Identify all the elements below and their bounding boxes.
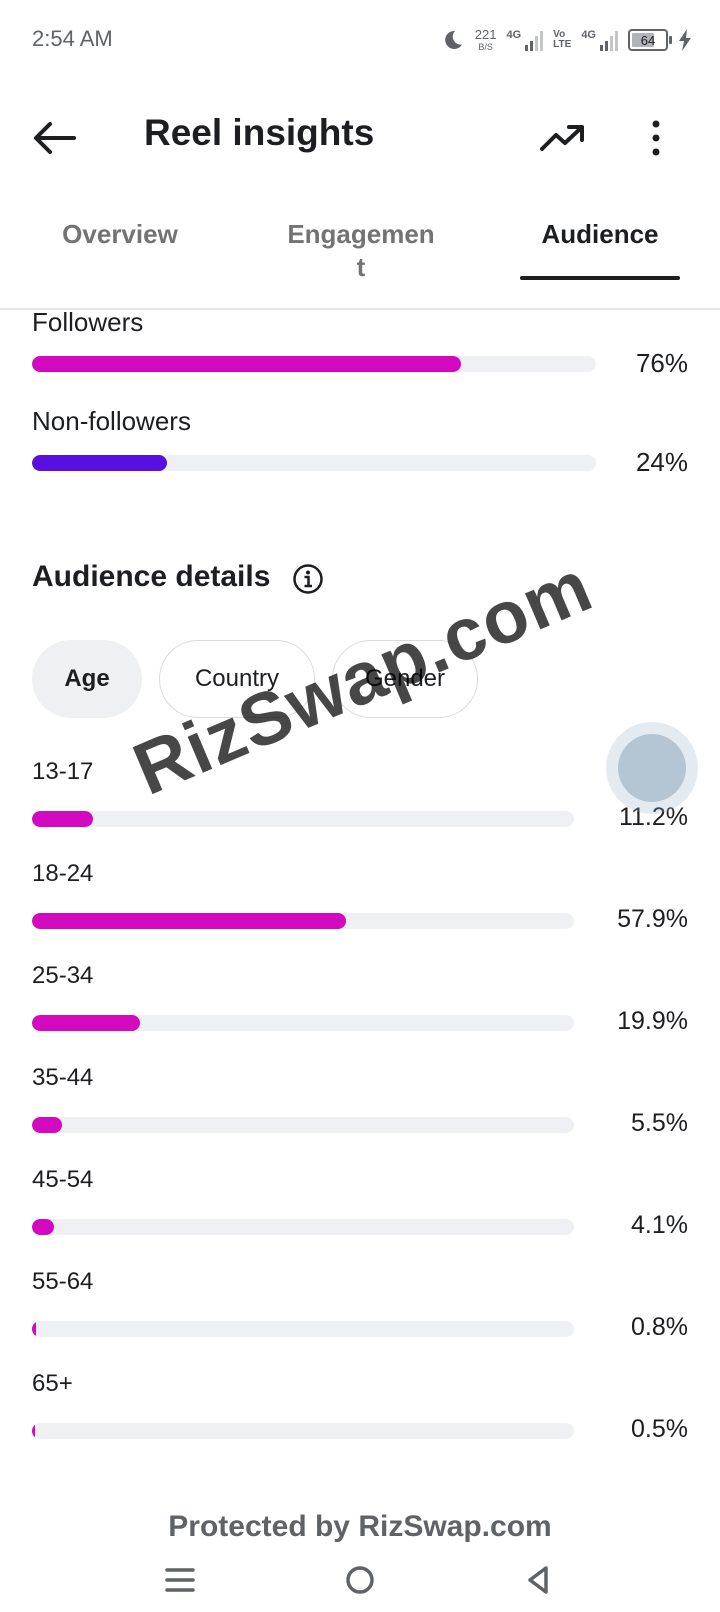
footer-watermark: Protected by RizSwap.com bbox=[168, 1510, 552, 1543]
touch-indicator bbox=[606, 722, 698, 814]
back-nav-button[interactable] bbox=[514, 1556, 562, 1604]
volte-indicator: Vo LTE bbox=[553, 30, 571, 50]
age-group-track bbox=[32, 1423, 574, 1439]
split-label: Followers bbox=[32, 307, 144, 337]
sim1-label: 4G bbox=[506, 29, 522, 41]
recents-button[interactable] bbox=[156, 1556, 204, 1604]
more-options-button[interactable] bbox=[634, 112, 678, 164]
signal-icon: 4G bbox=[506, 29, 544, 51]
volte-bottom: LTE bbox=[553, 39, 572, 50]
age-group-fill bbox=[32, 1015, 140, 1031]
age-group-fill bbox=[32, 1423, 35, 1439]
age-group-label: 65+ bbox=[32, 1370, 73, 1397]
age-group-fill bbox=[32, 811, 93, 827]
split-fill bbox=[32, 455, 168, 471]
status-bar: 2:54 AM 221 B/S 4G Vo LTE 4G 64 bbox=[0, 0, 720, 84]
trends-button[interactable] bbox=[534, 112, 590, 164]
age-group-label: 55-64 bbox=[32, 1268, 94, 1295]
home-button[interactable] bbox=[336, 1556, 384, 1604]
split-value: 24% bbox=[635, 447, 688, 477]
age-group-label: 25-34 bbox=[32, 962, 94, 989]
network-speed: 221 B/S bbox=[475, 28, 497, 52]
audience-details-title: Audience details bbox=[32, 560, 271, 593]
moon-icon bbox=[444, 30, 462, 49]
age-group-label: 13-17 bbox=[32, 758, 94, 785]
page-title: Reel insights bbox=[144, 112, 375, 153]
network-speed-unit: B/S bbox=[478, 42, 493, 52]
age-group-value: 19.9% bbox=[617, 1007, 688, 1035]
system-nav-bar bbox=[0, 1548, 720, 1612]
status-time: 2:54 AM bbox=[32, 26, 113, 51]
split-track bbox=[32, 356, 596, 372]
age-group-value: 0.5% bbox=[631, 1415, 688, 1443]
app-header: Reel insights bbox=[0, 100, 720, 176]
sim2-label: 4G bbox=[581, 29, 596, 41]
age-group-track bbox=[32, 1219, 574, 1235]
split-value: 76% bbox=[635, 348, 688, 378]
tab-audience[interactable]: Audience bbox=[520, 218, 680, 251]
charging-bolt-icon bbox=[679, 29, 691, 51]
age-group-value: 0.8% bbox=[631, 1313, 688, 1341]
age-group-fill bbox=[32, 1321, 37, 1337]
age-group-label: 18-24 bbox=[32, 860, 94, 887]
tab-overview[interactable]: Overview bbox=[40, 218, 200, 251]
split-fill bbox=[32, 356, 461, 372]
age-group-track bbox=[32, 913, 574, 929]
split-label: Non-followers bbox=[32, 406, 191, 436]
age-group-value: 4.1% bbox=[631, 1211, 688, 1239]
split-track bbox=[32, 455, 596, 471]
trending-up-icon bbox=[540, 125, 584, 151]
age-group-fill bbox=[32, 1219, 55, 1235]
tab-engagement[interactable]: Engagemen t bbox=[276, 218, 446, 284]
back-button[interactable] bbox=[28, 114, 80, 162]
tab-bar: Overview Engagemen t Audience bbox=[0, 210, 720, 310]
menu-icon bbox=[165, 1568, 195, 1592]
age-group-fill bbox=[32, 913, 346, 929]
age-group-track bbox=[32, 1015, 574, 1031]
age-group-track bbox=[32, 811, 574, 827]
age-group-value: 5.5% bbox=[631, 1109, 688, 1137]
age-group-value: 57.9% bbox=[617, 905, 688, 933]
info-icon[interactable] bbox=[292, 563, 324, 595]
active-tab-indicator bbox=[520, 276, 680, 280]
home-circle-icon bbox=[346, 1566, 374, 1594]
age-group-label: 45-54 bbox=[32, 1166, 94, 1193]
age-group-label: 35-44 bbox=[32, 1064, 94, 1091]
chip-age[interactable]: Age bbox=[32, 640, 142, 718]
age-group-track bbox=[32, 1117, 574, 1133]
battery-level: 64 bbox=[640, 32, 656, 48]
signal-icon-2: 4G bbox=[581, 29, 618, 51]
back-triangle-icon bbox=[528, 1566, 548, 1594]
age-group-fill bbox=[32, 1117, 62, 1133]
status-icons: 221 B/S 4G Vo LTE 4G 64 bbox=[441, 22, 692, 58]
network-speed-value: 221 bbox=[474, 27, 497, 42]
more-vertical-icon bbox=[652, 120, 660, 156]
age-group-track bbox=[32, 1321, 574, 1337]
battery-icon: 64 bbox=[628, 29, 672, 51]
back-arrow-icon bbox=[34, 122, 76, 154]
